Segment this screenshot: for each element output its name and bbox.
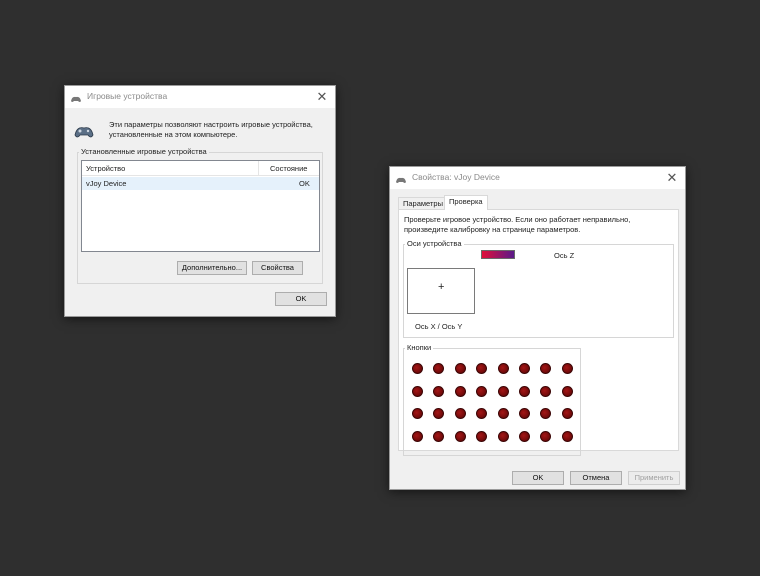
title-bar: Свойства: vJoy Device ✕ <box>390 167 685 189</box>
button-indicator-10 <box>433 385 445 397</box>
test-instructions: Проверьте игровое устройство. Если оно р… <box>404 215 630 234</box>
device-axes-label: Оси устройства <box>405 239 464 248</box>
button-indicator-19 <box>454 408 466 419</box>
test-tab-panel: Проверьте игровое устройство. Если оно р… <box>398 209 679 456</box>
button-indicator-32 <box>561 430 573 442</box>
instructions-line-2: произведите калибровку на странице парам… <box>404 224 581 234</box>
button-indicator-22 <box>519 408 530 419</box>
button-indicator-16 <box>561 385 573 397</box>
button-indicator-2 <box>433 363 445 374</box>
column-status[interactable]: Состояние <box>270 164 307 173</box>
vjoy-properties-dialog: Свойства: vJoy Device ✕ Параметры Провер… <box>389 166 686 490</box>
xy-axis-label: Ось X / Ось Y <box>415 322 463 331</box>
button-indicator-24 <box>561 408 573 419</box>
button-indicator-7 <box>540 363 552 374</box>
game-controllers-dialog: Игровые устройства ✕ Эти параметры позво… <box>64 85 336 317</box>
description-line-1: Эти параметры позволяют настроить игровы… <box>109 120 313 129</box>
button-indicator-23 <box>540 408 552 419</box>
button-indicator-11 <box>454 385 466 397</box>
device-list[interactable]: Устройство Состояние vJoy Device OK <box>81 160 320 252</box>
buttons-label: Кнопки <box>405 343 434 352</box>
description: Эти параметры позволяют настроить игровы… <box>109 120 329 140</box>
button-indicator-28 <box>476 430 488 442</box>
controller-icon <box>73 122 95 145</box>
button-indicator-26 <box>433 430 445 442</box>
button-indicator-31 <box>540 430 552 442</box>
button-indicator-1 <box>412 363 423 374</box>
z-axis-label: Ось Z <box>554 251 575 260</box>
row-device-name: vJoy Device <box>86 179 127 188</box>
installed-devices-label: Установленные игровые устройства <box>79 147 209 156</box>
tab-parameters[interactable]: Параметры <box>398 197 448 209</box>
table-row[interactable]: vJoy Device OK <box>82 177 319 190</box>
ok-button[interactable]: OK <box>275 292 327 306</box>
button-indicator-13 <box>497 385 509 397</box>
button-indicator-8 <box>561 363 573 374</box>
cancel-button[interactable]: Отмена <box>570 471 622 485</box>
button-indicator-25 <box>412 430 423 442</box>
tab-test[interactable]: Проверка <box>444 195 488 210</box>
button-indicator-3 <box>454 363 466 374</box>
button-indicator-15 <box>540 385 552 397</box>
button-indicator-14 <box>519 385 530 397</box>
close-icon[interactable]: ✕ <box>663 169 681 187</box>
button-indicator-4 <box>476 363 488 374</box>
close-icon[interactable]: ✕ <box>313 88 331 106</box>
button-indicator-27 <box>454 430 466 442</box>
ok-button[interactable]: OK <box>512 471 564 485</box>
column-device[interactable]: Устройство <box>86 164 125 173</box>
crosshair: + <box>438 281 445 293</box>
xy-axis-box: + <box>407 268 475 314</box>
window-title: Игровые устройства <box>87 91 168 101</box>
button-indicator-18 <box>433 408 445 419</box>
z-axis-bar <box>481 250 515 259</box>
advanced-button[interactable]: Дополнительно... <box>177 261 247 275</box>
button-led-grid <box>412 363 577 453</box>
button-indicator-9 <box>412 385 423 397</box>
row-device-status: OK <box>299 179 310 188</box>
button-indicator-17 <box>412 408 423 419</box>
button-indicator-29 <box>497 430 509 442</box>
gamepad-icon <box>395 172 407 190</box>
button-indicator-20 <box>476 408 488 419</box>
button-indicator-12 <box>476 385 488 397</box>
description-line-2: установленные на этом компьютере. <box>109 130 238 139</box>
button-indicator-30 <box>519 430 530 442</box>
instructions-line-1: Проверьте игровое устройство. Если оно р… <box>404 215 631 224</box>
window-title: Свойства: vJoy Device <box>412 172 500 182</box>
gamepad-icon <box>70 91 82 109</box>
button-indicator-5 <box>497 363 509 374</box>
button-indicator-6 <box>519 363 530 374</box>
properties-button[interactable]: Свойства <box>252 261 303 275</box>
button-indicator-21 <box>497 408 509 419</box>
apply-button[interactable]: Применить <box>628 471 680 485</box>
title-bar: Игровые устройства ✕ <box>65 86 335 108</box>
list-header: Устройство Состояние <box>82 161 319 176</box>
